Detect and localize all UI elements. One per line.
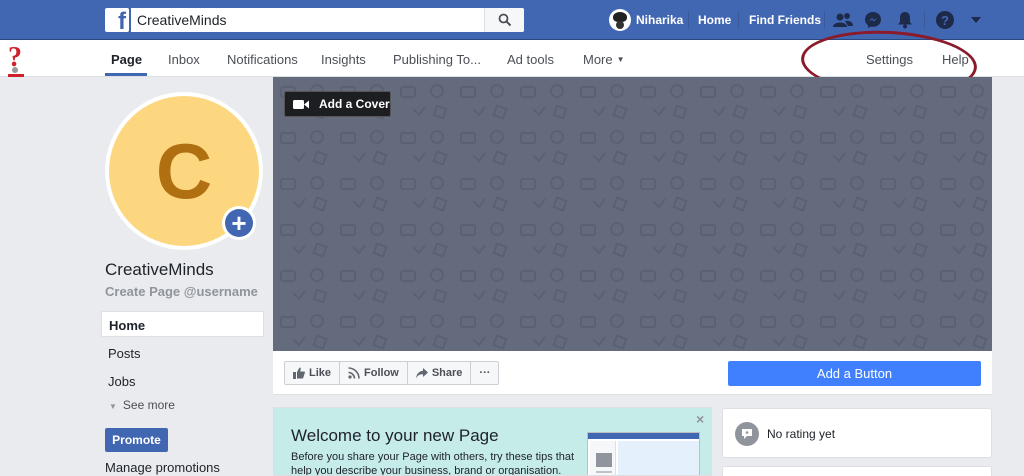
sidebar-item-home[interactable]: Home [101, 311, 264, 337]
avatar [609, 9, 631, 31]
page-action-bar: Like Follow Share ··· Add a Button [273, 351, 992, 395]
watermark-logo-icon: ? [4, 42, 28, 80]
cover-pattern [273, 77, 992, 351]
share-label: Share [431, 367, 463, 379]
share-arrow-icon [415, 367, 428, 378]
see-more-link[interactable]: ▼ See more [109, 398, 175, 412]
create-username-link[interactable]: Create Page @username [105, 284, 258, 299]
help-link[interactable]: Help [942, 52, 969, 67]
thumbs-up-icon [293, 367, 305, 379]
share-button[interactable]: Share [408, 362, 472, 384]
add-a-button-cta[interactable]: Add a Button [728, 361, 981, 386]
tab-notifications[interactable]: Notifications [227, 52, 298, 67]
plus-icon: + [225, 209, 253, 237]
more-options-button[interactable]: ··· [471, 362, 498, 384]
add-cover-label: Add a Cover [319, 97, 390, 111]
illustration-line [596, 471, 612, 473]
sidebar-item-posts[interactable]: Posts [108, 346, 141, 361]
user-name: Niharika [636, 13, 684, 27]
like-label: Like [309, 367, 332, 379]
close-icon[interactable]: × [696, 411, 704, 427]
tab-ad-tools[interactable]: Ad tools [507, 52, 554, 67]
welcome-card: Welcome to your new Page Before you shar… [273, 407, 712, 476]
illustration-main [618, 441, 699, 475]
follow-button[interactable]: Follow [340, 362, 408, 384]
notifications-icon[interactable] [895, 10, 915, 30]
manage-promotions-link[interactable]: Manage promotions [105, 460, 220, 475]
add-profile-picture-button[interactable]: + [222, 206, 256, 240]
rating-card: No rating yet [722, 408, 992, 458]
page-navigation: Page Inbox Notifications Insights Publis… [0, 40, 1024, 77]
welcome-description: Before you share your Page with others, … [291, 451, 575, 476]
profile-initial: C [155, 127, 213, 215]
divider [824, 11, 825, 29]
divider [688, 11, 689, 29]
chevron-down-icon: ▼ [109, 402, 117, 411]
divider [924, 11, 925, 29]
facebook-logo-icon[interactable]: f [105, 8, 129, 32]
welcome-title: Welcome to your new Page [291, 426, 499, 445]
messenger-icon[interactable] [863, 10, 883, 30]
promote-button[interactable]: Promote [105, 428, 168, 452]
ellipsis-icon: ··· [479, 367, 491, 379]
follow-label: Follow [364, 367, 399, 379]
cover-photo-area [273, 77, 992, 351]
tab-more[interactable]: More ▼ [583, 52, 625, 67]
add-cover-button[interactable]: Add a Cover [284, 91, 391, 117]
sidebar-item-jobs[interactable]: Jobs [108, 374, 135, 389]
friend-requests-icon[interactable] [833, 10, 853, 30]
tab-more-label: More [583, 52, 613, 67]
search-button[interactable] [484, 8, 524, 32]
illustration-avatar [596, 453, 612, 467]
page-illustration [587, 432, 700, 475]
settings-link[interactable]: Settings [866, 52, 913, 67]
top-navigation-bar: f Niharika Home Find Friends ? [0, 0, 1024, 40]
tab-inbox[interactable]: Inbox [168, 52, 200, 67]
page-title: CreativeMinds [105, 260, 214, 279]
illustration-sidebar [590, 441, 616, 475]
account-caret-icon[interactable] [966, 10, 986, 30]
video-camera-icon [293, 99, 309, 109]
tab-page[interactable]: Page [111, 52, 142, 67]
home-link[interactable]: Home [698, 13, 731, 27]
rating-status: No rating yet [767, 427, 836, 441]
illustration-header [588, 433, 699, 439]
help-icon[interactable]: ? [935, 10, 955, 30]
secondary-card [722, 466, 992, 476]
search-input[interactable] [131, 8, 524, 32]
divider [738, 11, 739, 29]
see-more-label: See more [122, 398, 175, 412]
tab-publishing-tools[interactable]: Publishing To... [393, 52, 481, 67]
svg-text:?: ? [941, 13, 949, 28]
profile-link[interactable]: Niharika [609, 9, 683, 31]
active-tab-indicator [105, 73, 147, 76]
action-button-group: Like Follow Share ··· [284, 361, 500, 385]
caret-down-icon: ▼ [616, 55, 625, 64]
rss-follow-icon [348, 367, 360, 379]
rating-speech-bubble-icon [735, 422, 759, 446]
like-button[interactable]: Like [285, 362, 341, 384]
find-friends-link[interactable]: Find Friends [749, 13, 821, 27]
search-icon [498, 13, 511, 27]
tab-insights[interactable]: Insights [321, 52, 366, 67]
